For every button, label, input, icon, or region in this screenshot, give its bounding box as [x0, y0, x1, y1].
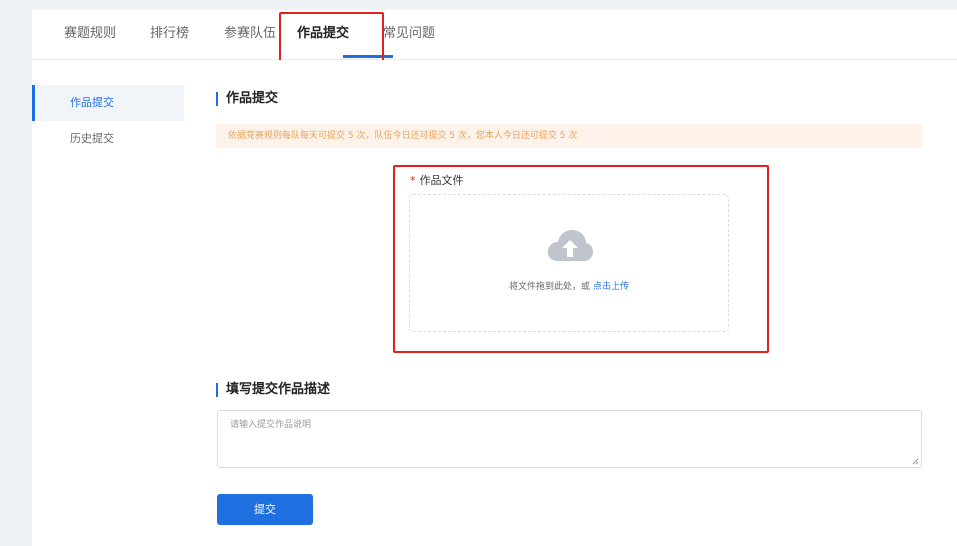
- tab-leaderboard[interactable]: 排行榜: [150, 10, 189, 60]
- file-dropzone[interactable]: 将文件拖到此处，或 点击上传: [409, 194, 729, 332]
- tab-teams[interactable]: 参赛队伍: [224, 10, 276, 60]
- resize-grip-icon[interactable]: [912, 458, 919, 465]
- file-field-label: * 作品文件: [410, 172, 464, 188]
- dropzone-hint: 将文件拖到此处，或: [509, 282, 591, 292]
- required-mark: *: [410, 174, 416, 187]
- tab-faq[interactable]: 常见问题: [383, 10, 435, 60]
- cloud-upload-icon: [547, 230, 593, 261]
- dropzone-text: 将文件拖到此处，或 点击上传: [410, 279, 728, 292]
- upload-link[interactable]: 点击上传: [593, 282, 629, 292]
- sidebar-item-history[interactable]: 历史提交: [32, 121, 184, 157]
- tab-submission[interactable]: 作品提交: [297, 10, 349, 60]
- sidebar-item-submission[interactable]: 作品提交: [32, 85, 184, 121]
- tab-rules[interactable]: 赛题规则: [64, 10, 116, 60]
- section-title-submission: 作品提交: [216, 92, 278, 106]
- file-field-label-text: 作品文件: [419, 174, 464, 187]
- submission-limit-notice: 依据竞赛规则每队每天可提交 5 次，队伍今日还可提交 5 次，您本人今日还可提交…: [216, 124, 922, 148]
- main-panel: 作品提交 历史提交 作品提交 依据竞赛规则每队每天可提交 5 次，队伍今日还可提…: [32, 60, 957, 546]
- description-textarea[interactable]: 请输入提交作品说明: [217, 410, 922, 468]
- submit-button[interactable]: 提交: [217, 494, 313, 525]
- description-placeholder: 请输入提交作品说明: [230, 420, 312, 430]
- top-tab-bar: 赛题规则 排行榜 参赛队伍 作品提交 常见问题: [32, 10, 957, 60]
- section-title-description: 填写提交作品描述: [216, 383, 330, 397]
